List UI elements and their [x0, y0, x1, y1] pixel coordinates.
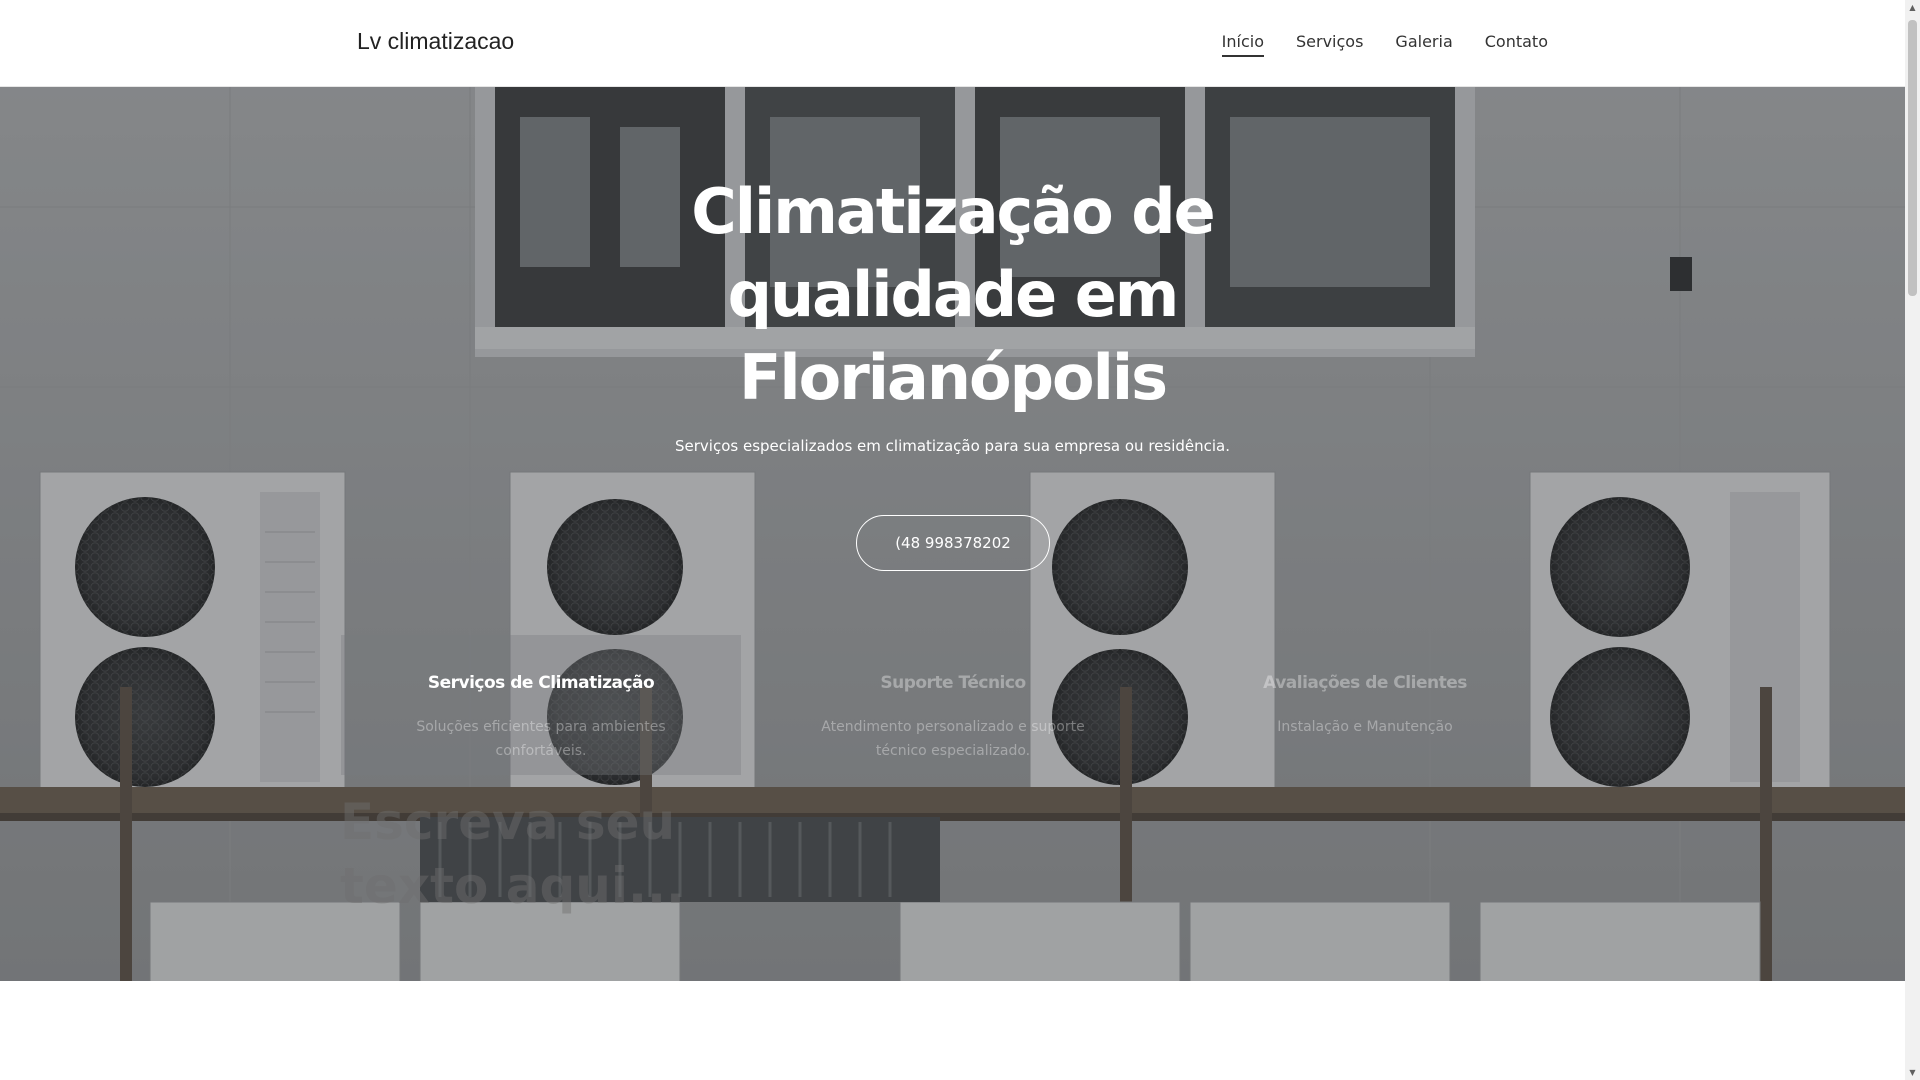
placeholder-text-block: Escreva seu texto aqui...: [340, 793, 685, 915]
feature-title: Serviços de Climatização: [427, 673, 655, 693]
scroll-down-arrow-icon[interactable]: ▼: [1905, 1065, 1920, 1080]
nav-item-contato[interactable]: Contato: [1485, 32, 1548, 51]
scroll-up-arrow-icon[interactable]: ▲: [1905, 0, 1920, 15]
feature-card-climatizacao[interactable]: Serviços de Climatização Soluções eficie…: [341, 635, 741, 775]
page-scrollbar[interactable]: ▲ ▼: [1905, 0, 1920, 1080]
nav-item-galeria[interactable]: Galeria: [1395, 32, 1452, 51]
hero-section: Climatização de qualidade em Florianópol…: [0, 87, 1905, 981]
site-header: Lv climatizacao Início Serviços Galeria …: [0, 0, 1905, 87]
nav-item-servicos[interactable]: Serviços: [1296, 32, 1363, 51]
feature-title: Avaliações de Clientes: [1263, 673, 1467, 693]
site-logo[interactable]: Lv climatizacao: [357, 28, 514, 55]
feature-text: Instalação e Manutenção: [1277, 719, 1453, 735]
feature-card-avaliacoes[interactable]: Avaliações de Clientes Instalação e Manu…: [1165, 635, 1565, 775]
hero-title: Climatização de qualidade em Florianópol…: [691, 175, 1215, 414]
phone-call-button[interactable]: (48 998378202: [856, 515, 1050, 571]
scrollbar-thumb[interactable]: [1908, 20, 1917, 296]
feature-text: Atendimento personalizado e suporte técn…: [821, 719, 1085, 759]
feature-card-suporte[interactable]: Suporte Técnico Atendimento personalizad…: [753, 635, 1153, 775]
nav-item-inicio[interactable]: Início: [1221, 32, 1265, 57]
main-nav: Início Serviços Galeria Contato: [1221, 32, 1548, 57]
feature-title: Suporte Técnico: [880, 673, 1026, 693]
hero-subtitle: Serviços especializados em climatização …: [675, 437, 1230, 455]
feature-text: Soluções eficientes para ambientes confo…: [416, 719, 666, 759]
